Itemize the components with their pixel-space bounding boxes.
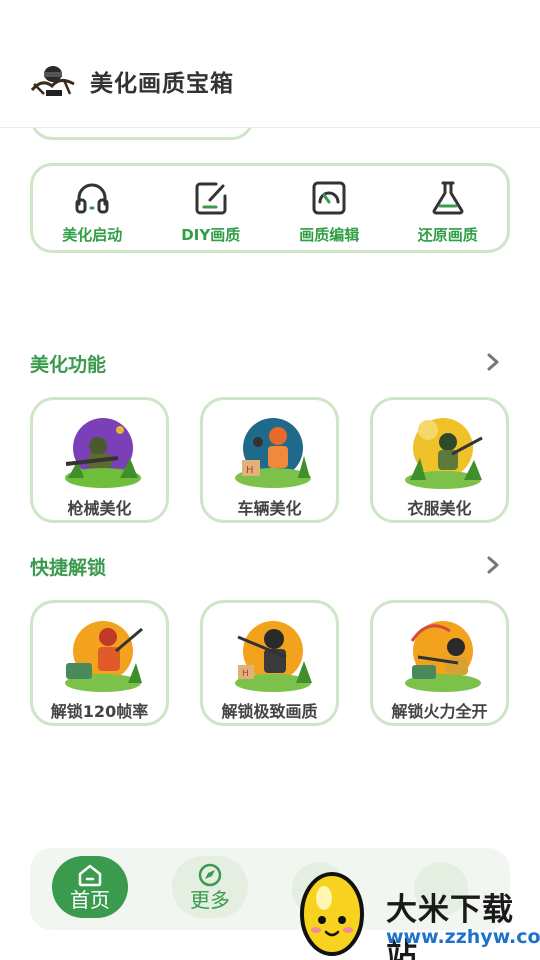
app-title: 美化画质宝箱 <box>90 71 234 97</box>
section-title-unlock: 快捷解锁 <box>30 557 107 579</box>
tool-label: DIY画质 <box>181 226 241 244</box>
tool-diy-quality[interactable]: DIY画质 <box>152 166 271 250</box>
tile-vehicle-beautify[interactable]: H 车辆美化 <box>200 397 339 523</box>
tile-label: 解锁极致画质 <box>221 702 318 721</box>
tool-restore-quality[interactable]: 还原画质 <box>389 166 508 250</box>
section-title-beautify: 美化功能 <box>30 354 107 376</box>
tile-label: 解锁火力全开 <box>391 702 488 721</box>
tool-quality-edit[interactable]: 画质编辑 <box>270 166 389 250</box>
app-header: 美化画质宝箱 <box>0 0 540 128</box>
nav-home[interactable]: 首页 <box>52 856 128 918</box>
app-screen: 美化画质宝箱 美化启动 DIY画质 画质编辑 还原画质 美化功能 枪械美化 H … <box>0 0 540 960</box>
compass-icon <box>198 863 222 887</box>
edit-square-icon <box>195 182 227 215</box>
app-logo-icon <box>30 66 75 96</box>
tile-unlock-full-firepower[interactable]: 解锁火力全开 <box>370 600 509 726</box>
rice-mascot-icon <box>300 872 364 956</box>
watermark-brand: 大米下载站 <box>386 892 514 960</box>
gauge-icon <box>312 181 346 215</box>
tile-label: 枪械美化 <box>67 499 132 518</box>
svg-text:H: H <box>242 669 249 679</box>
tile-label: 衣服美化 <box>407 499 472 518</box>
vehicle-soldier-illustration: H <box>235 418 311 488</box>
watermark-overlay: 大米下载站 www.zzhyw.com <box>294 862 540 960</box>
tool-beautify-launch[interactable]: 美化启动 <box>33 166 152 250</box>
fps-soldier-illustration <box>65 621 143 692</box>
quick-tools-bar: 美化启动 DIY画质 画质编辑 还原画质 <box>30 163 510 253</box>
nav-more-label: 更多 <box>190 888 230 912</box>
tile-clothes-beautify[interactable]: 衣服美化 <box>370 397 509 523</box>
firepower-soldier-illustration <box>405 621 481 692</box>
clothes-soldier-illustration <box>405 418 483 489</box>
flask-icon <box>432 181 464 215</box>
chevron-right-icon[interactable] <box>484 555 502 575</box>
home-icon <box>78 864 102 887</box>
tile-label: 解锁120帧率 <box>50 702 149 721</box>
quality-soldier-illustration: H <box>235 621 312 692</box>
tile-unlock-extreme-quality[interactable]: H 解锁极致画质 <box>200 600 339 726</box>
tool-label: 还原画质 <box>417 226 478 244</box>
chevron-right-icon[interactable] <box>484 352 502 372</box>
weapon-soldier-illustration <box>65 418 141 488</box>
svg-text:H: H <box>246 465 254 476</box>
tile-weapon-beautify[interactable]: 枪械美化 <box>30 397 169 523</box>
headphones-icon <box>75 183 109 214</box>
tile-unlock-120fps[interactable]: 解锁120帧率 <box>30 600 169 726</box>
tool-label: 画质编辑 <box>299 226 360 244</box>
tile-label: 车辆美化 <box>237 499 302 518</box>
nav-more[interactable]: 更多 <box>172 856 248 918</box>
watermark-url: www.zzhyw.com <box>386 926 540 948</box>
tool-label: 美化启动 <box>62 226 123 244</box>
nav-home-label: 首页 <box>70 888 110 912</box>
